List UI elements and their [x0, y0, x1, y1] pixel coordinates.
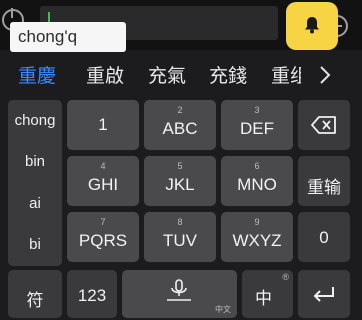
reinput-button[interactable]: 重输	[298, 156, 350, 206]
key-0[interactable]: 0	[298, 212, 350, 262]
candidate-2[interactable]: 重啟	[86, 61, 124, 88]
microphone-icon	[167, 279, 191, 301]
syllable-option[interactable]: chong	[8, 112, 62, 129]
space-hint-label: 中文	[215, 305, 231, 314]
space-button[interactable]: 中文	[122, 270, 237, 318]
num123-button[interactable]: 123	[67, 270, 117, 318]
key-tuv[interactable]: 8 TUV	[144, 212, 216, 262]
notification-button[interactable]	[286, 2, 338, 50]
key-jkl[interactable]: 5 JKL	[144, 156, 216, 206]
backspace-button[interactable]	[298, 100, 350, 150]
key-mno[interactable]: 6 MNO	[221, 156, 293, 206]
key-pqrs[interactable]: 7 PQRS	[67, 212, 139, 262]
keyboard: chong bin ai bi 1 2 ABC 3 DEF 4 GHI 5 JK…	[0, 98, 362, 320]
key-abc[interactable]: 2 ABC	[144, 100, 216, 150]
candidate-bar: 重慶 重啟 充氣 充錢 重组	[0, 52, 362, 98]
pinyin-composition: chong'q	[10, 22, 126, 52]
enter-button[interactable]	[298, 270, 350, 318]
candidate-3[interactable]: 充氣	[148, 61, 186, 88]
backspace-icon	[311, 116, 336, 134]
syllable-option[interactable]: ai	[8, 195, 62, 212]
key-1[interactable]: 1	[67, 100, 139, 150]
symbol-button[interactable]: 符	[8, 270, 62, 318]
candidate-4[interactable]: 充錢	[209, 61, 247, 88]
syllable-column: chong bin ai bi	[8, 100, 62, 266]
language-badge: ®	[282, 272, 289, 282]
key-def[interactable]: 3 DEF	[221, 100, 293, 150]
bell-icon	[305, 17, 319, 34]
enter-icon	[313, 287, 334, 302]
key-wxyz[interactable]: 9 WXYZ	[221, 212, 293, 262]
syllable-option[interactable]: bin	[8, 153, 62, 170]
chevron-right-icon[interactable]	[318, 64, 332, 86]
key-ghi[interactable]: 4 GHI	[67, 156, 139, 206]
syllable-option[interactable]: bi	[8, 236, 62, 253]
language-switch-button[interactable]: 中 ®	[242, 270, 293, 318]
candidate-1[interactable]: 重慶	[18, 61, 56, 88]
candidate-5[interactable]: 重组	[271, 61, 301, 88]
